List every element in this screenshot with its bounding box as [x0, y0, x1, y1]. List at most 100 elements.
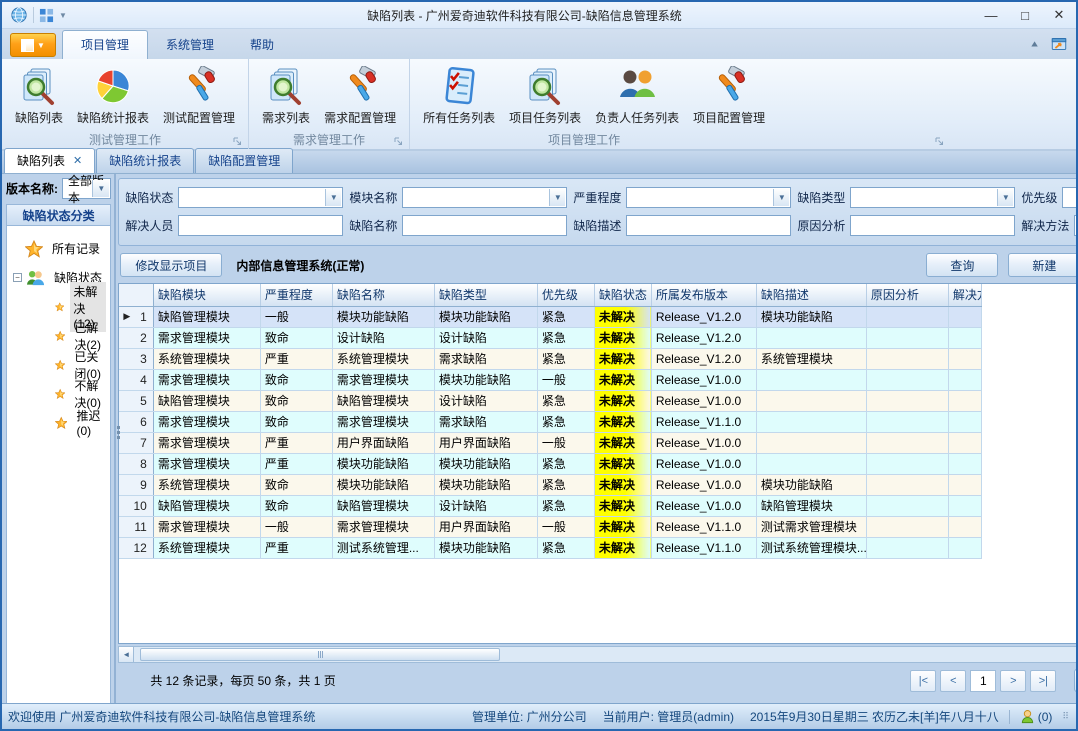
row-header[interactable]: 7 — [119, 432, 153, 453]
filter-resolver-input[interactable] — [178, 215, 343, 236]
dialog-launcher-icon[interactable] — [935, 137, 944, 146]
table-row[interactable]: 5缺陷管理模块致命缺陷管理模块设计缺陷紧急未解决Release_V1.0.0 — [119, 390, 981, 411]
ribbon-tab-project[interactable]: 项目管理 — [62, 30, 148, 59]
row-header[interactable]: 11 — [119, 516, 153, 537]
filter-priority-select[interactable]: ▼ — [1062, 187, 1078, 208]
tree-item-all-records[interactable]: 所有记录 — [11, 234, 106, 263]
all-tasks-button[interactable]: 所有任务列表 — [416, 63, 502, 128]
prev-page-button[interactable]: < — [940, 670, 966, 692]
filter-solution-input[interactable] — [1074, 215, 1078, 236]
requirement-config-button[interactable]: 需求配置管理 — [317, 63, 403, 128]
cell-severity: 严重 — [260, 453, 332, 474]
defect-report-button[interactable]: 缺陷统计报表 — [70, 63, 156, 128]
table-row[interactable]: 4需求管理模块致命需求管理模块模块功能缺陷一般未解决Release_V1.0.0 — [119, 369, 981, 390]
row-header[interactable]: 9 — [119, 474, 153, 495]
horizontal-scrollbar[interactable]: ◄ ► — [118, 646, 1078, 663]
tree-item-wontfix[interactable]: 不解决(0) — [11, 379, 106, 408]
tab-close-icon[interactable]: ✕ — [73, 154, 82, 167]
table-row[interactable]: 11需求管理模块一般需求管理模块用户界面缺陷一般未解决Release_V1.1.… — [119, 516, 981, 537]
export-current-page-button[interactable]: 导出当前页 — [1074, 669, 1078, 692]
project-tasks-button[interactable]: 项目任务列表 — [502, 63, 588, 128]
row-header[interactable]: 4 — [119, 369, 153, 390]
filter-module-name-select[interactable]: ▼ — [402, 187, 567, 208]
table-row[interactable]: 7需求管理模块严重用户界面缺陷用户界面缺陷一般未解决Release_V1.0.0 — [119, 432, 981, 453]
row-header[interactable]: ▶1 — [119, 306, 153, 327]
row-header[interactable]: 2 — [119, 327, 153, 348]
col-header-solution[interactable]: 解决方法 — [948, 284, 981, 306]
table-row[interactable]: ▶1缺陷管理模块一般模块功能缺陷模块功能缺陷紧急未解决Release_V1.2.… — [119, 306, 981, 327]
filter-defect-name-input[interactable] — [402, 215, 567, 236]
col-header-severity[interactable]: 严重程度 — [260, 284, 332, 306]
dialog-launcher-icon[interactable] — [394, 137, 403, 146]
filter-defect-type-select[interactable]: ▼ — [850, 187, 1015, 208]
ribbon-collapse-icon[interactable]: ▲ — [1029, 39, 1040, 49]
version-select[interactable]: 全部版本 ▼ — [62, 178, 111, 199]
scrollbar-track[interactable] — [134, 646, 1078, 663]
owner-tasks-button[interactable]: 负责人任务列表 — [588, 63, 686, 128]
maximize-button[interactable]: □ — [1008, 3, 1042, 27]
layout-grid-icon[interactable] — [39, 8, 54, 23]
table-row[interactable]: 6需求管理模块致命需求管理模块需求缺陷紧急未解决Release_V1.1.0 — [119, 411, 981, 432]
ribbon-tab-system[interactable]: 系统管理 — [148, 31, 232, 59]
row-header[interactable]: 8 — [119, 453, 153, 474]
filter-cause-input[interactable] — [850, 215, 1015, 236]
col-header-module[interactable]: 缺陷模块 — [153, 284, 260, 306]
row-header[interactable]: 5 — [119, 390, 153, 411]
resize-grip-icon[interactable]: ⠿ — [1062, 711, 1070, 722]
cell-severity: 严重 — [260, 537, 332, 558]
sidebar-splitter[interactable] — [114, 174, 116, 704]
defect-list-button[interactable]: 缺陷列表 — [8, 63, 70, 128]
qat-dropdown-icon[interactable]: ▼ — [59, 11, 67, 20]
new-button[interactable]: 新建 — [1008, 253, 1078, 277]
filter-severity-select[interactable]: ▼ — [626, 187, 791, 208]
table-row[interactable]: 2需求管理模块致命设计缺陷设计缺陷紧急未解决Release_V1.2.0 — [119, 327, 981, 348]
doc-tab-defect-config[interactable]: 缺陷配置管理 — [195, 148, 293, 173]
col-header-priority[interactable]: 优先级 — [537, 284, 594, 306]
col-header-type[interactable]: 缺陷类型 — [434, 284, 537, 306]
last-page-button[interactable]: >| — [1030, 670, 1056, 692]
col-header-desc[interactable]: 缺陷描述 — [756, 284, 866, 306]
next-page-button[interactable]: > — [1000, 670, 1026, 692]
scroll-left-icon[interactable]: ◄ — [118, 646, 134, 663]
application-menu-button[interactable]: ▼ — [10, 33, 56, 57]
cell-severity: 一般 — [260, 306, 332, 327]
cell-solution — [948, 348, 981, 369]
query-button[interactable]: 查询 — [926, 253, 998, 277]
cell-solution — [948, 495, 981, 516]
cell-module: 需求管理模块 — [153, 411, 260, 432]
ribbon-tab-help[interactable]: 帮助 — [232, 31, 292, 59]
globe-icon[interactable] — [10, 6, 28, 24]
row-header[interactable]: 10 — [119, 495, 153, 516]
test-config-button[interactable]: 测试配置管理 — [156, 63, 242, 128]
row-header[interactable]: 12 — [119, 537, 153, 558]
cell-status: 未解决 — [594, 432, 651, 453]
cell-version: Release_V1.0.0 — [651, 390, 756, 411]
row-header[interactable]: 3 — [119, 348, 153, 369]
minimize-button[interactable]: — — [974, 3, 1008, 27]
scrollbar-thumb[interactable] — [140, 648, 500, 661]
first-page-button[interactable]: |< — [910, 670, 936, 692]
requirement-list-button[interactable]: 需求列表 — [255, 63, 317, 128]
table-row[interactable]: 12系统管理模块严重测试系统管理...模块功能缺陷紧急未解决Release_V1… — [119, 537, 981, 558]
table-row[interactable]: 3系统管理模块严重系统管理模块需求缺陷紧急未解决Release_V1.2.0系统… — [119, 348, 981, 369]
table-row[interactable]: 9系统管理模块致命模块功能缺陷模块功能缺陷紧急未解决Release_V1.0.0… — [119, 474, 981, 495]
row-header[interactable]: 6 — [119, 411, 153, 432]
page-number-input[interactable] — [970, 670, 996, 692]
col-header-name[interactable]: 缺陷名称 — [332, 284, 434, 306]
col-header-status[interactable]: 缺陷状态 — [594, 284, 651, 306]
table-row[interactable]: 10缺陷管理模块致命缺陷管理模块设计缺陷紧急未解决Release_V1.0.0缺… — [119, 495, 981, 516]
close-button[interactable]: ✕ — [1042, 3, 1076, 27]
about-window-icon[interactable] — [1050, 35, 1068, 53]
project-config-button[interactable]: 项目配置管理 — [686, 63, 772, 128]
table-row[interactable]: 8需求管理模块严重模块功能缺陷模块功能缺陷紧急未解决Release_V1.0.0 — [119, 453, 981, 474]
col-header-version[interactable]: 所属发布版本 — [651, 284, 756, 306]
tree-item-postponed[interactable]: 推迟(0) — [11, 408, 106, 437]
filter-defect-status-select[interactable]: ▼ — [178, 187, 343, 208]
col-header-cause[interactable]: 原因分析 — [866, 284, 948, 306]
filter-defect-desc-input[interactable] — [626, 215, 791, 236]
modify-columns-button[interactable]: 修改显示项目 — [120, 253, 222, 277]
dialog-launcher-icon[interactable] — [233, 137, 242, 146]
doc-tab-defect-report[interactable]: 缺陷统计报表 — [96, 148, 194, 173]
collapse-icon[interactable]: − — [13, 273, 22, 282]
doc-tab-defect-list[interactable]: 缺陷列表 ✕ — [4, 148, 95, 173]
